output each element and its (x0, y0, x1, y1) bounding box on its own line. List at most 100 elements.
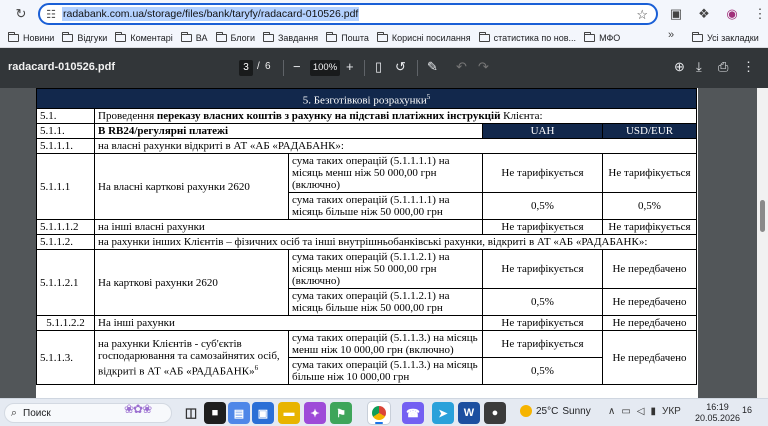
weather-widget[interactable]: 25°C Sunny (520, 405, 591, 417)
extensions-icon[interactable]: ❖ (692, 3, 716, 25)
clock-date: 20.05.2026 (695, 413, 741, 423)
folder-icon (478, 31, 490, 42)
bookmark-blogs[interactable]: Блоги (212, 29, 259, 47)
copilot-app-icon[interactable]: ✦ (304, 402, 326, 424)
zoom-level-input[interactable]: 100% (310, 60, 340, 76)
bookmarks-bar: Новини Відгуки Коментарі ВА Блоги Завдан… (0, 28, 768, 48)
usd-eur-value: Не передбачено (601, 288, 698, 316)
zoom-in-icon[interactable]: + (346, 59, 354, 75)
reload-icon[interactable]: ↻ (10, 3, 32, 25)
taskbar-search-label: Поиск (23, 407, 51, 419)
undo-icon[interactable]: ↶ (456, 59, 467, 75)
fit-page-icon[interactable]: ▯ (375, 59, 382, 75)
uah-value: 0,5% (482, 192, 603, 220)
row-number: 5.1.1.1. (36, 138, 95, 154)
bookmark-star-icon[interactable]: ☆ (636, 7, 648, 23)
bookmark-mail[interactable]: Пошта (322, 29, 373, 47)
bookmark-mfo[interactable]: МФО (580, 29, 624, 47)
row-description: На власні карткові рахунки 2620 (94, 153, 289, 220)
uah-value: Не тарифікується (482, 219, 603, 235)
terminal-app-icon[interactable]: ■ (204, 402, 226, 424)
row-number: 5.1.1. (36, 123, 95, 139)
file-explorer-icon[interactable]: ▬ (278, 402, 300, 424)
folder-icon (692, 32, 703, 42)
site-info-icon[interactable]: ☷ (40, 8, 62, 21)
usd-eur-value: Не передбачено (601, 249, 698, 289)
download-icon[interactable]: ⤓ (696, 59, 702, 75)
more-actions-icon[interactable]: ⋮ (742, 59, 755, 75)
task-view-icon[interactable]: ◫ (180, 402, 202, 424)
all-bookmarks[interactable]: Усі закладки (688, 29, 763, 47)
url-text[interactable]: radabank.com.ua/storage/files/bank/taryf… (62, 7, 360, 21)
table-row: 5.1.1.1. на власні рахунки відкриті в АТ… (36, 138, 698, 154)
address-bar-row: ↻ ☷ radabank.com.ua/storage/files/bank/t… (0, 0, 768, 28)
clock-time: 16:19 (706, 402, 729, 412)
page-number-input[interactable]: 3 (239, 60, 253, 76)
folder-icon (8, 31, 19, 42)
window-app-icon[interactable]: ▣ (252, 402, 274, 424)
scrollbar-thumb[interactable] (760, 200, 765, 232)
bookmark-news[interactable]: Новини (4, 29, 58, 47)
rotate-icon[interactable]: ↺ (395, 59, 406, 75)
omnibox[interactable]: ☷ radabank.com.ua/storage/files/bank/tar… (38, 3, 658, 25)
bookmark-useful-links[interactable]: Корисні посилання (373, 29, 475, 47)
usd-eur-value: Не тарифікується (601, 153, 698, 193)
active-app-indicator (375, 422, 383, 424)
uah-value: Не тарифікується (482, 330, 603, 358)
row-number: 5.1.1.2.1 (36, 249, 95, 316)
redo-icon[interactable]: ↷ (478, 59, 489, 75)
table-row: 5.1.1.2. на рахунки інших Клієнтів – фіз… (36, 234, 698, 250)
zoom-out-icon[interactable]: − (293, 59, 301, 75)
print-icon[interactable]: ⎙ (718, 59, 728, 75)
row-description: на власні рахунки відкриті в АТ «АБ «РАД… (93, 138, 698, 154)
bookmark-stats[interactable]: статистика по нов... (475, 29, 580, 47)
condition-cell: сума таких операцій (5.1.1.2.1) на місяц… (288, 288, 483, 316)
profile-icon[interactable]: ◉ (720, 3, 744, 25)
photos-app-icon[interactable]: ▤ (228, 402, 250, 424)
annotate-pen-icon[interactable]: ✎ (427, 59, 438, 75)
battery-icon[interactable]: ▮ (650, 406, 656, 417)
camera-icon[interactable]: ▣ (664, 3, 688, 25)
table-row: 5.1.1.3. на рахунки Клієнтів - суб'єктів… (36, 330, 698, 385)
bookmark-va[interactable]: ВА (177, 29, 212, 47)
app-icon-dark[interactable]: ● (484, 402, 506, 424)
bookmarks-overflow-icon[interactable]: » (668, 29, 674, 41)
network-icon[interactable]: ▭ (621, 406, 630, 417)
tray-overflow-icon[interactable]: ∧ (608, 406, 615, 417)
uah-value: Не тарифікується (482, 249, 603, 289)
viber-app-icon[interactable]: ☎ (402, 402, 424, 424)
menu-icon[interactable]: ⋮ (748, 3, 768, 25)
page-total: 6 (265, 61, 271, 72)
bookmark-comments[interactable]: Коментарі (111, 29, 176, 47)
table-row: 5.1. Проведення переказу власних коштів … (36, 108, 698, 124)
system-tray: ∧ ▭ ◁ ▮ УКР (608, 406, 681, 417)
folder-icon (180, 31, 192, 42)
bookmark-reviews[interactable]: Відгуки (58, 29, 111, 47)
add-to-drive-icon[interactable]: ⊕ (674, 59, 685, 75)
folder-icon (376, 31, 388, 42)
row-number: 5.1. (36, 108, 95, 124)
row-description: на рахунки інших Клієнтів – фізичних осі… (93, 234, 698, 250)
system-clock[interactable]: 16:19 20.05.2026 (695, 402, 740, 424)
folder-icon (115, 31, 127, 42)
condition-cell: сума таких операцій (5.1.1.1.1) на місяц… (288, 192, 483, 220)
column-header-usd-eur: USD/EUR (601, 123, 698, 139)
pdf-viewport[interactable]: 5. Безготівкові розрахунки5 5.1. Проведе… (0, 88, 768, 398)
word-app-icon[interactable]: W (458, 402, 480, 424)
page-separator: / (257, 61, 260, 72)
usd-eur-value: Не передбачено (601, 330, 698, 385)
vertical-scrollbar[interactable] (757, 88, 768, 398)
notification-count[interactable]: 16 (742, 405, 752, 415)
chrome-app-icon[interactable] (368, 402, 390, 424)
app-icon-green[interactable]: ⚑ (330, 402, 352, 424)
pdf-toolbar: radacard-010526.pdf 3 / 6 − 100% + ▯ ↺ ✎… (0, 48, 768, 88)
usd-eur-value: Не тарифікується (601, 219, 698, 235)
row-number: 5.1.1.2. (36, 234, 95, 250)
volume-icon[interactable]: ◁ (637, 406, 645, 417)
condition-cell: сума таких операцій (5.1.1.1.1) на місяц… (288, 153, 483, 193)
row-number: 5.1.1.3. (36, 330, 95, 385)
section-header: 5. Безготівкові розрахунки5 (35, 88, 698, 109)
telegram-app-icon[interactable]: ➤ (432, 402, 454, 424)
bookmark-tasks[interactable]: Завдання (259, 29, 322, 47)
keyboard-language[interactable]: УКР (662, 406, 681, 417)
